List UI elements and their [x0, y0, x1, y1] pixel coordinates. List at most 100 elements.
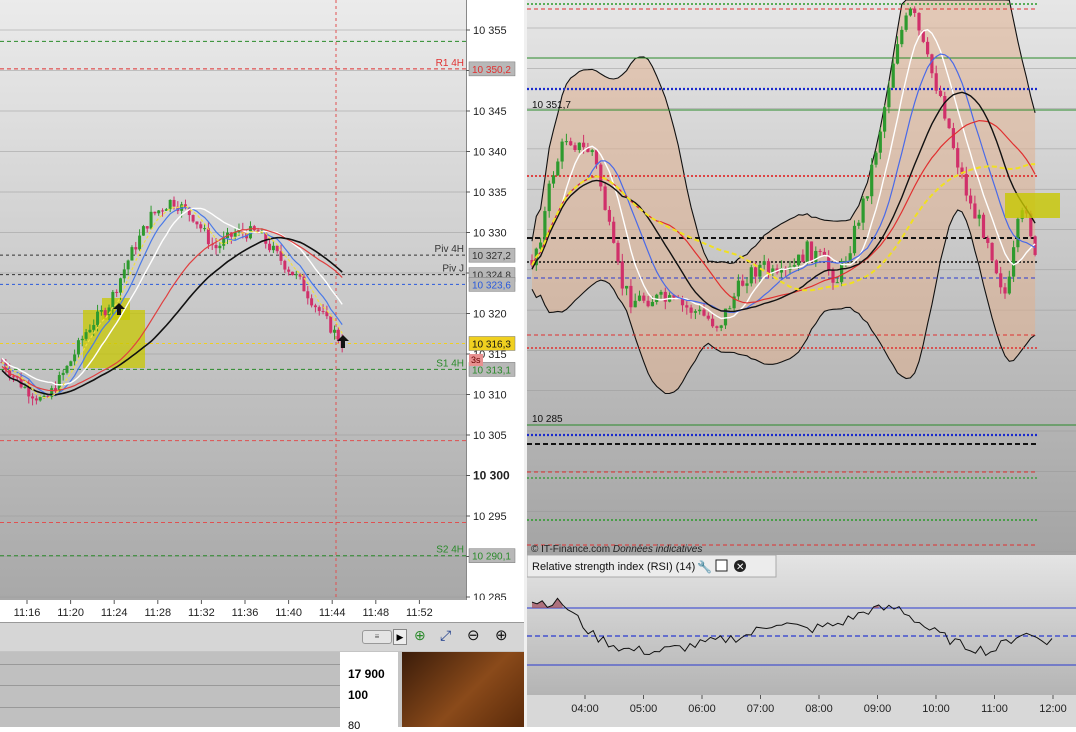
x-tick-label: 11:48	[362, 607, 389, 619]
candle-body	[883, 107, 886, 131]
candle-body	[85, 332, 88, 339]
candle-body	[322, 311, 325, 312]
candle-body	[634, 301, 637, 307]
candle-body	[203, 228, 206, 229]
candle-body	[900, 30, 903, 44]
candle-body	[283, 261, 286, 270]
x-tick-label: 12:00	[1039, 703, 1067, 715]
window-icon[interactable]	[716, 560, 727, 571]
level-label: Piv J	[442, 264, 464, 275]
candle-body	[161, 210, 164, 211]
zoom-fit-icon[interactable]: ⤢	[440, 627, 458, 645]
candle-body	[608, 210, 611, 222]
x-tick-label: 04:00	[571, 703, 599, 715]
scroll-right-button[interactable]: ▶	[393, 629, 407, 645]
y-tick-label: 10 320	[473, 309, 507, 321]
scroll-thumb[interactable]: ≡	[362, 630, 392, 644]
candle-body	[965, 174, 968, 195]
x-tick-label: 05:00	[630, 703, 658, 715]
candle-body	[138, 236, 141, 250]
candle-body	[801, 255, 804, 262]
candle-body	[73, 354, 76, 361]
highlight-zone	[1005, 193, 1060, 218]
candle-body	[642, 296, 645, 301]
candle-body	[295, 274, 298, 275]
candle-body	[195, 222, 198, 225]
chart-toolbar: ≡ ▶ ⊕ ⤢ ⊖ ⊕	[0, 622, 524, 651]
candle-body	[905, 15, 908, 29]
candle-body	[157, 210, 160, 213]
x-tick-label: 11:20	[57, 607, 84, 619]
candle-body	[612, 222, 615, 243]
candle-body	[111, 292, 114, 308]
candle-body	[806, 241, 809, 262]
candle-body	[268, 244, 271, 250]
candle-body	[887, 88, 890, 108]
rsi-title: Relative strength index (RSI) (14)	[532, 561, 695, 573]
candle-body	[43, 396, 46, 397]
chart-add-icon[interactable]: ⊕	[414, 627, 432, 645]
x-tick-label: 06:00	[688, 703, 716, 715]
candle-body	[104, 310, 107, 315]
candle-body	[952, 128, 955, 148]
candle-body	[913, 9, 916, 13]
y-tick-label: 10 300	[473, 469, 510, 483]
candle-body	[836, 282, 839, 283]
x-tick-label: 11:32	[188, 607, 215, 619]
candle-body	[827, 256, 830, 270]
candle-body	[39, 397, 42, 400]
candle-body	[573, 145, 576, 150]
candle-body	[92, 325, 95, 330]
candle-body	[745, 283, 748, 285]
candle-body	[866, 196, 869, 198]
candle-body	[1012, 247, 1015, 276]
candle-body	[12, 376, 15, 377]
y-tick-label: 10 310	[473, 390, 507, 402]
x-tick-label: 11:52	[406, 607, 433, 619]
x-tick-label: 11:28	[144, 607, 171, 619]
candle-body	[862, 198, 865, 222]
candle-body	[870, 165, 873, 197]
candle-body	[306, 291, 309, 298]
candle-body	[659, 292, 662, 295]
x-tick-label: 11:24	[101, 607, 128, 619]
zoom-in-icon[interactable]: ⊕	[495, 626, 513, 644]
candle-body	[215, 245, 218, 248]
wrench-icon[interactable]: 🔧	[697, 559, 712, 574]
candle-body	[23, 387, 26, 388]
x-tick-label: 07:00	[747, 703, 775, 715]
candle-body	[123, 269, 126, 278]
countdown-text: 3s	[471, 355, 481, 365]
candle-body	[81, 339, 84, 340]
candle-body	[986, 238, 989, 243]
candle-body	[629, 286, 632, 307]
price-tag-text: 10 350,2	[472, 65, 511, 76]
intraday-price-chart[interactable]: R1 4HPiv 4HPiv JS1 4HS2 4H 10 35510 3501…	[0, 0, 524, 622]
candle-body	[707, 316, 710, 319]
candle-body	[291, 272, 294, 275]
rsi-panel[interactable]: Relative strength index (RSI) (14) 🔧 ✕	[527, 555, 1076, 695]
candle-body	[192, 215, 195, 221]
candle-body	[909, 9, 912, 16]
y-tick-label: 10 355	[473, 25, 507, 37]
zoom-out-icon[interactable]: ⊖	[467, 626, 485, 644]
candle-body	[276, 246, 279, 251]
candle-body	[982, 215, 985, 238]
x-tick-label: 09:00	[864, 703, 892, 715]
candle-body	[153, 212, 156, 213]
y-tick-label: 10 340	[473, 147, 507, 159]
daily-price-chart[interactable]: 10 351,7 10 285 © IT-Finance.com Données…	[527, 0, 1076, 555]
candle-body	[582, 143, 585, 148]
candle-body	[917, 13, 920, 30]
price-tag-text: 10 290,1	[472, 552, 511, 563]
candle-body	[578, 143, 581, 150]
candle-body	[599, 165, 602, 187]
candle-body	[892, 64, 895, 88]
price-tag-text: 10 323,6	[472, 280, 511, 291]
candle-body	[310, 298, 313, 305]
level-label: R1 4H	[436, 58, 464, 69]
x-tick-label: 10:00	[922, 703, 950, 715]
level-label: Piv 4H	[435, 244, 464, 255]
candle-body	[96, 312, 99, 325]
candle-body	[222, 238, 225, 246]
